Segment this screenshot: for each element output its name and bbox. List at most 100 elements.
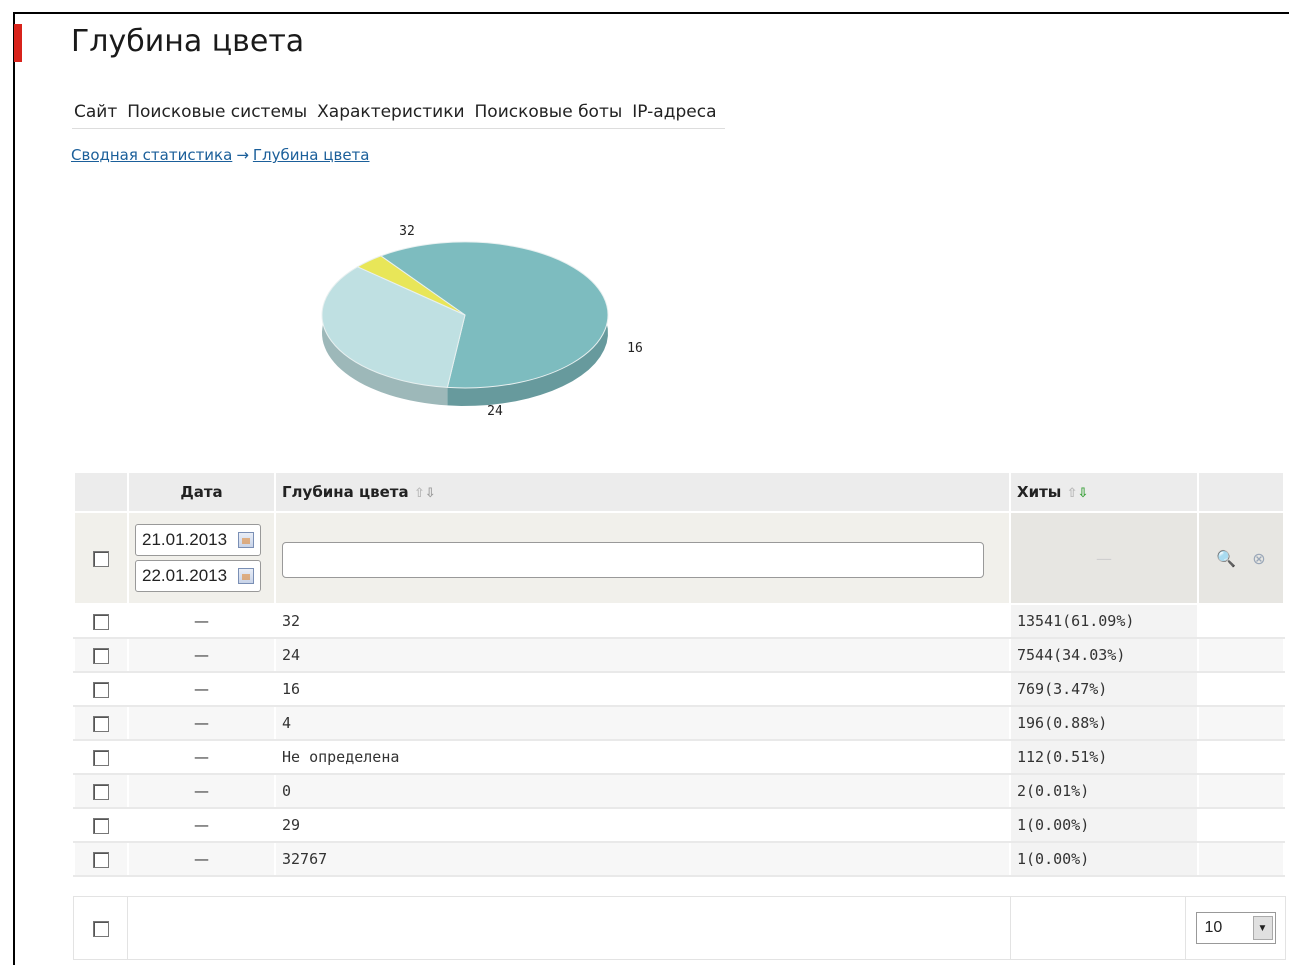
header-date[interactable]: Дата — [127, 471, 276, 513]
breadcrumb: Сводная статистика → Глубина цвета — [71, 146, 369, 164]
row-date: — — [127, 705, 276, 741]
row-select-cell — [73, 807, 129, 843]
filter-checkbox[interactable] — [93, 551, 109, 567]
depth-filter-input[interactable] — [282, 542, 984, 578]
filter-hits-cell: — — [1009, 511, 1199, 605]
row-hits: 112(0.51%) — [1009, 739, 1199, 775]
row-checkbox[interactable] — [93, 715, 109, 732]
row-checkbox[interactable] — [93, 783, 109, 800]
search-icon[interactable]: 🔍 — [1216, 549, 1236, 568]
calendar-icon[interactable] — [238, 568, 254, 584]
row-depth: 24 — [274, 637, 1011, 673]
row-select-cell — [73, 671, 129, 707]
row-actions — [1197, 637, 1285, 673]
tab-site[interactable]: Сайт — [72, 100, 125, 128]
row-checkbox[interactable] — [93, 647, 109, 664]
header-select — [73, 471, 129, 513]
footer-perpage-cell: 10 ▼ — [1185, 896, 1286, 960]
table-row: — Не определена 112(0.51%) — [73, 739, 1285, 775]
filter-actions-cell: 🔍 ⊗ — [1197, 511, 1285, 605]
row-depth: 0 — [274, 773, 1011, 809]
calendar-icon[interactable] — [238, 532, 254, 548]
row-hits: 2(0.01%) — [1009, 773, 1199, 809]
footer-spacer-2 — [1010, 896, 1186, 960]
table-row: —16 769(3.47%) — [73, 671, 1285, 707]
filter-select-cell — [73, 511, 129, 605]
row-date: — — [127, 671, 276, 707]
row-checkbox[interactable] — [93, 681, 109, 698]
chevron-down-icon[interactable]: ▼ — [1252, 916, 1273, 940]
page-title: Глубина цвета — [71, 24, 305, 59]
row-depth: 16 — [274, 671, 1011, 707]
select-all-checkbox[interactable] — [92, 921, 109, 937]
table-row: —0 2(0.01%) — [73, 773, 1285, 809]
row-actions — [1197, 773, 1285, 809]
sort-down-icon[interactable]: ⇩ — [1077, 486, 1088, 501]
date-from-value: 21.01.2013 — [142, 530, 228, 549]
row-depth: Не определена — [274, 739, 1011, 775]
row-actions — [1197, 705, 1285, 741]
pie-top — [321, 241, 609, 389]
row-select-cell — [73, 841, 129, 877]
row-checkbox[interactable] — [93, 817, 109, 834]
row-depth: 32 — [274, 603, 1011, 639]
pie-slice-label: 32 — [399, 224, 415, 239]
per-page-select[interactable]: 10 ▼ — [1195, 912, 1276, 944]
row-checkbox[interactable] — [93, 749, 109, 766]
table-header-row: Дата Глубина цвета ⇧⇩ Хиты ⇧⇩ — [73, 471, 1285, 513]
pie-slice-label: 24 — [487, 404, 503, 419]
row-date: — — [127, 773, 276, 809]
date-to-value: 22.01.2013 — [142, 566, 228, 585]
row-depth: 32767 — [274, 841, 1011, 877]
stats-table: Дата Глубина цвета ⇧⇩ Хиты ⇧⇩ 21.01.2013… — [73, 471, 1285, 877]
table-row: —24 7544(34.03%) — [73, 637, 1285, 673]
row-actions — [1197, 841, 1285, 877]
row-select-cell — [73, 739, 129, 775]
tab-search-bots[interactable]: Поисковые боты — [473, 100, 631, 128]
filter-date-cell: 21.01.2013 22.01.2013 — [127, 511, 276, 605]
filter-row: 21.01.2013 22.01.2013 — 🔍 ⊗ — [73, 511, 1285, 605]
table-row: —4 196(0.88%) — [73, 705, 1285, 741]
sort-up-icon[interactable]: ⇧ — [414, 486, 425, 501]
row-select-cell — [73, 603, 129, 639]
pie-chart: 32 24 16 — [321, 224, 643, 419]
breadcrumb-current-link[interactable]: Глубина цвета — [253, 146, 370, 164]
row-hits: 7544(34.03%) — [1009, 637, 1199, 673]
row-hits: 769(3.47%) — [1009, 671, 1199, 707]
sort-up-icon[interactable]: ⇧ — [1067, 486, 1078, 501]
filter-depth-cell — [274, 511, 1011, 605]
row-date: — — [127, 603, 276, 639]
per-page-value: 10 — [1204, 919, 1223, 936]
row-hits: 196(0.88%) — [1009, 705, 1199, 741]
date-to-field[interactable]: 22.01.2013 — [135, 560, 261, 592]
tab-search-engines[interactable]: Поисковые системы — [125, 100, 315, 128]
row-date: — — [127, 739, 276, 775]
pie-slice-label: 16 — [627, 341, 643, 356]
row-actions — [1197, 603, 1285, 639]
header-depth-label: Глубина цвета — [282, 483, 409, 501]
row-checkbox[interactable] — [93, 851, 109, 868]
header-hits: Хиты ⇧⇩ — [1009, 471, 1199, 513]
header-actions — [1197, 471, 1285, 513]
header-hits-label: Хиты — [1017, 483, 1062, 501]
header-depth: Глубина цвета ⇧⇩ — [274, 471, 1011, 513]
nav-tabs: Сайт Поисковые системы Характеристики По… — [72, 100, 725, 129]
row-actions — [1197, 739, 1285, 775]
footer-select-cell — [73, 896, 128, 960]
tab-characteristics[interactable]: Характеристики — [315, 100, 472, 128]
tab-ip-addresses[interactable]: IP-адреса — [630, 100, 724, 128]
footer-spacer — [127, 896, 1011, 960]
row-hits: 1(0.00%) — [1009, 807, 1199, 843]
clear-icon[interactable]: ⊗ — [1252, 549, 1265, 568]
date-from-field[interactable]: 21.01.2013 — [135, 524, 261, 556]
sort-down-icon[interactable]: ⇩ — [425, 486, 436, 501]
row-checkbox[interactable] — [93, 613, 109, 630]
row-date: — — [127, 637, 276, 673]
row-hits: 1(0.00%) — [1009, 841, 1199, 877]
row-date: — — [127, 841, 276, 877]
row-actions — [1197, 807, 1285, 843]
row-depth: 4 — [274, 705, 1011, 741]
breadcrumb-parent-link[interactable]: Сводная статистика — [71, 146, 232, 164]
table-row: —32 13541(61.09%) — [73, 603, 1285, 639]
hits-filter-placeholder: — — [1096, 548, 1112, 568]
